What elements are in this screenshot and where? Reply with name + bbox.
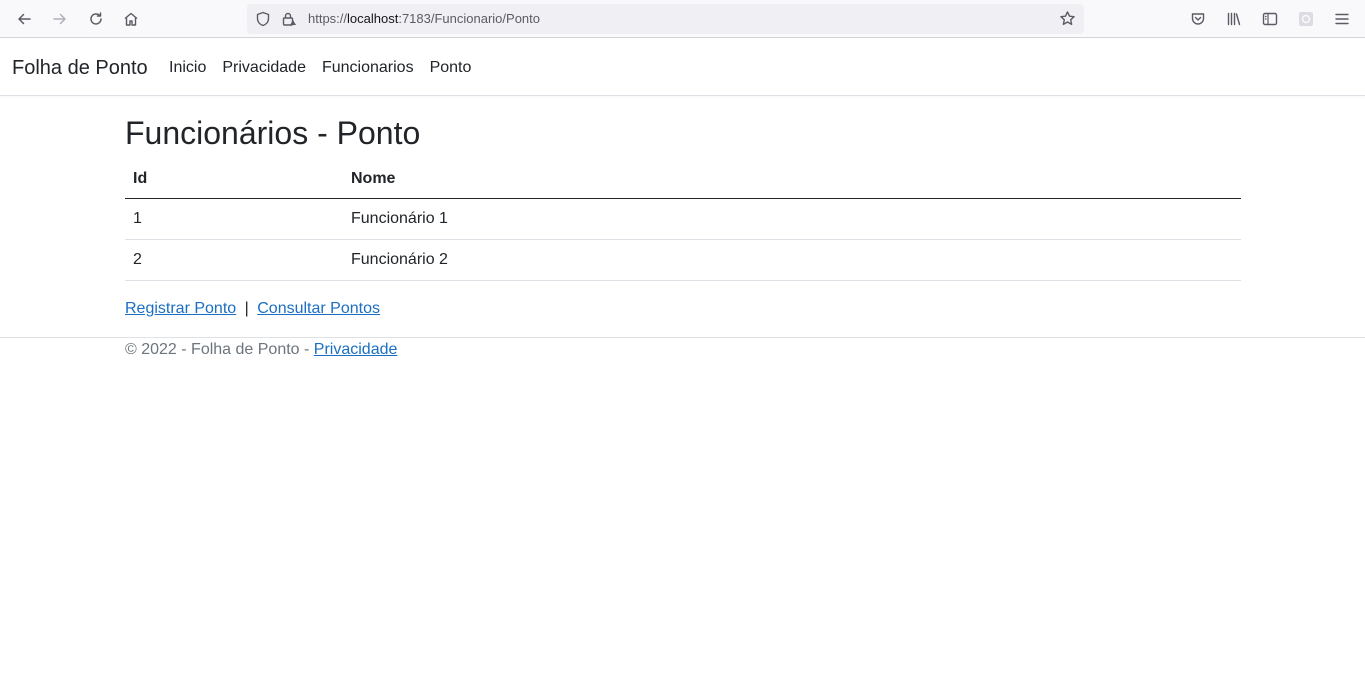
browser-toolbar: https://localhost:7183/Funcionario/Ponto [0,0,1365,38]
nav-link-inicio[interactable]: Inicio [169,59,206,77]
page-title: Funcionários - Ponto [125,115,421,151]
registrar-ponto-link[interactable]: Registrar Ponto [125,300,236,317]
navbar-brand[interactable]: Folha de Ponto [12,57,148,80]
sidebar-button[interactable] [1256,5,1284,33]
hamburger-menu-icon [1335,13,1349,25]
reload-button[interactable] [82,5,110,33]
column-header-id: Id [125,160,343,199]
back-button[interactable] [10,5,38,33]
nav-link-funcionarios[interactable]: Funcionarios [322,59,414,77]
actions-bar: Registrar Ponto | Consultar Pontos [125,300,380,318]
site-navbar: Folha de Ponto Inicio Privacidade Funcio… [0,39,1365,96]
forward-arrow-icon [53,13,66,25]
url-text[interactable]: https://localhost:7183/Funcionario/Ponto [308,11,540,26]
nav-links: Inicio Privacidade Funcionarios Ponto [169,59,471,77]
home-button[interactable] [117,5,145,33]
reload-icon [90,12,102,25]
employees-table: Id Nome 1 Funcionário 1 2 Funcionário 2 [125,160,1241,281]
nav-link-ponto[interactable]: Ponto [430,59,472,77]
pocket-icon [1191,13,1205,25]
home-icon [124,12,138,26]
footer: © 2022 - Folha de Ponto - Privacidade [125,341,397,359]
bookmark-star-icon[interactable] [1059,10,1076,27]
url-path: :7183/Funcionario/Ponto [398,11,540,26]
actions-separator: | [244,300,249,317]
extension-icon [1299,12,1313,26]
table-cell-nome: Funcionário 1 [343,198,1241,240]
table-cell-id: 1 [125,198,343,240]
table-row: 1 Funcionário 1 [125,198,1241,240]
table-header-row: Id Nome [125,160,1241,199]
consultar-pontos-link[interactable]: Consultar Pontos [257,300,380,317]
footer-copyright: © 2022 - Folha de Ponto - [125,341,314,358]
table-cell-id: 2 [125,239,343,281]
extension-button[interactable] [1292,5,1320,33]
footer-privacy-link[interactable]: Privacidade [314,341,398,358]
forward-button[interactable] [46,5,74,33]
library-button[interactable] [1220,5,1248,33]
footer-divider [0,337,1365,338]
url-bar[interactable]: https://localhost:7183/Funcionario/Ponto [247,4,1084,34]
shield-icon[interactable] [255,11,271,27]
lock-warning-icon[interactable] [281,11,297,27]
url-host: localhost [347,11,399,26]
column-header-nome: Nome [343,160,1241,199]
library-icon [1227,12,1241,26]
table-row: 2 Funcionário 2 [125,239,1241,281]
nav-link-privacidade[interactable]: Privacidade [222,59,306,77]
pocket-button[interactable] [1184,5,1212,33]
table-cell-nome: Funcionário 2 [343,239,1241,281]
sidebar-icon [1262,12,1278,26]
app-menu-button[interactable] [1328,5,1356,33]
url-prefix: https:// [308,11,348,26]
back-arrow-icon [18,13,31,25]
